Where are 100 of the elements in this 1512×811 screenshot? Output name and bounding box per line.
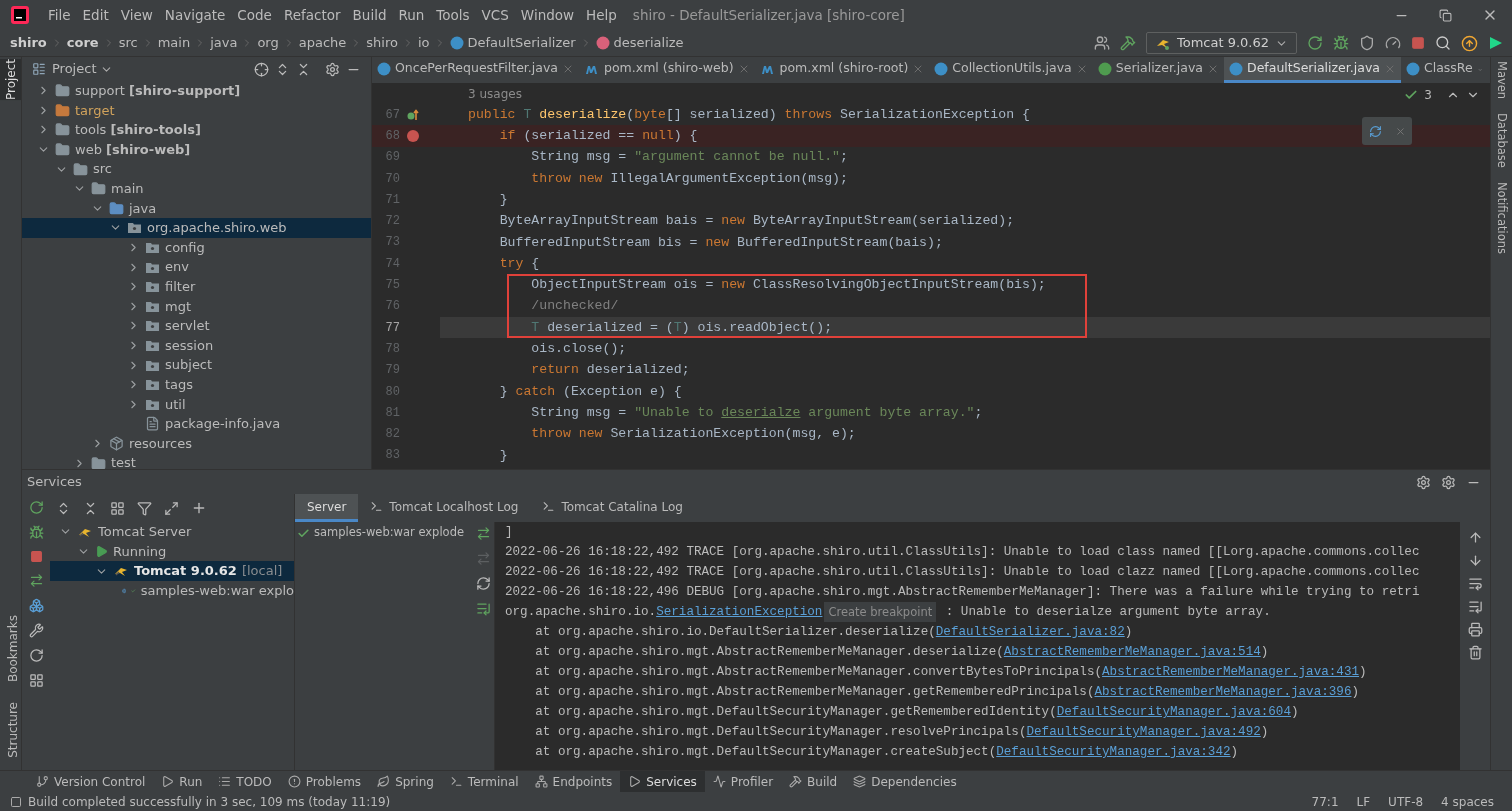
editor-tab[interactable]: DefaultSerializer.java [1224, 57, 1401, 83]
service-item[interactable]: Tomcat Server [50, 522, 294, 542]
tree-item[interactable]: config [22, 237, 371, 258]
clear-icon[interactable] [1467, 645, 1483, 660]
editor-tab[interactable]: OncePerRequestFilter.java [372, 57, 579, 83]
tree-item[interactable]: test [22, 453, 371, 469]
bug-icon[interactable] [1333, 35, 1349, 51]
project-view-dropdown[interactable]: Project [52, 59, 114, 79]
tool-tab[interactable]: Services [620, 771, 705, 792]
restore-icon[interactable] [1439, 8, 1452, 22]
tree-item[interactable]: session [22, 335, 371, 356]
status-item[interactable]: LF [1350, 792, 1377, 811]
menu-item[interactable]: Refactor [277, 0, 347, 30]
menu-item[interactable]: Edit [76, 0, 115, 30]
tree-item[interactable]: resources [22, 433, 371, 454]
update-icon[interactable] [1461, 34, 1478, 52]
link[interactable]: DefaultSecurityManager.java:342 [996, 742, 1231, 762]
menu-item[interactable]: VCS [475, 0, 515, 30]
tool-window-tab[interactable]: Maven [1491, 61, 1512, 100]
status-item[interactable]: 4 spaces [1435, 792, 1500, 811]
editor-tab[interactable]: CollectionUtils.java [929, 57, 1093, 83]
scroll-end-icon[interactable] [1467, 599, 1483, 614]
link[interactable]: DefaultSecurityManager.java:492 [1026, 722, 1261, 742]
wrap-icon[interactable] [1467, 576, 1483, 591]
tree-item[interactable]: package-info.java [22, 414, 371, 434]
tool-tab[interactable]: Spring [369, 771, 442, 792]
log-tab[interactable]: Tomcat Catalina Log [530, 494, 695, 522]
layout-icon[interactable] [28, 673, 44, 688]
breadcrumb[interactable]: main [157, 33, 191, 53]
menu-item[interactable]: Navigate [158, 0, 232, 30]
tree-item[interactable]: tools [shiro-tools] [22, 120, 371, 140]
deploy-icon[interactable] [475, 526, 491, 541]
stop-icon[interactable] [1411, 36, 1425, 50]
menu-item[interactable]: File [42, 0, 77, 30]
menu-item[interactable]: Build [346, 0, 393, 30]
log-tab[interactable]: Tomcat Localhost Log [358, 494, 531, 522]
shield-icon[interactable] [1359, 35, 1375, 51]
breadcrumb[interactable]: shiro [10, 33, 47, 53]
refresh-icon[interactable] [28, 648, 44, 663]
locate-icon[interactable] [254, 61, 269, 77]
tool-tab[interactable]: Profiler [704, 771, 782, 792]
update-icon[interactable] [475, 601, 491, 616]
link[interactable]: AbstractRememberMeManager.java:514 [1003, 642, 1261, 662]
link[interactable]: DefaultSerializer.java:82 [935, 622, 1125, 642]
tree-item[interactable]: org.apache.shiro.web [22, 218, 371, 238]
service-item[interactable]: samples-web:war explo [50, 581, 294, 601]
tree-item[interactable]: servlet [22, 316, 371, 336]
tree-item[interactable]: java [22, 198, 371, 219]
editor-tab[interactable]: pom.xml (shiro-root) [754, 57, 930, 83]
users-icon[interactable] [1093, 35, 1110, 51]
tree-item[interactable]: src [22, 159, 371, 179]
tool-window-tab[interactable]: Structure [0, 702, 21, 758]
tree-item[interactable]: tags [22, 374, 371, 395]
usages-hint[interactable]: 3 usages [468, 84, 522, 103]
tree-item[interactable]: env [22, 257, 371, 277]
editor-tab[interactable]: Serializer.java [1092, 57, 1225, 83]
breadcrumb[interactable]: shiro [366, 33, 398, 53]
breadcrumb[interactable]: core [66, 33, 99, 53]
log-tab[interactable]: Server [295, 494, 359, 522]
breakpoint-icon[interactable] [407, 129, 419, 142]
settings-icon[interactable] [1416, 474, 1431, 490]
implements-icon[interactable] [407, 108, 419, 121]
group-icon[interactable] [110, 500, 125, 516]
tool-window-tab[interactable]: Notifications [1491, 182, 1512, 254]
inspection-count[interactable]: 3 [1424, 86, 1432, 104]
rerun-icon[interactable] [28, 500, 44, 515]
status-item[interactable]: 77:1 [1305, 792, 1345, 811]
tool-tab[interactable]: Problems [279, 771, 370, 792]
tree-item[interactable]: main [22, 178, 371, 199]
tool-window-tab[interactable]: Project [0, 59, 21, 101]
service-item[interactable]: Running [50, 541, 294, 562]
link[interactable]: AbstractRememberMeManager.java:431 [1102, 662, 1359, 682]
tool-tab[interactable]: TODO [210, 771, 280, 792]
gauge-icon[interactable] [1385, 35, 1401, 51]
toolbox-logo-icon[interactable] [1488, 35, 1504, 51]
breadcrumb[interactable]: org [257, 33, 279, 53]
tree-item[interactable]: filter [22, 276, 371, 297]
tree-item[interactable]: web [shiro-web] [22, 139, 371, 160]
breadcrumb[interactable]: java [210, 33, 238, 53]
up-icon[interactable] [1467, 530, 1483, 545]
tree-item[interactable]: mgt [22, 296, 371, 317]
run-config-dropdown[interactable]: Tomcat 9.0.62 [1145, 32, 1297, 54]
breadcrumb[interactable]: DefaultSerializer [449, 33, 576, 53]
tool-tab[interactable]: Terminal [441, 771, 527, 792]
link[interactable]: AbstractRememberMeManager.java:396 [1094, 682, 1352, 702]
tree-item[interactable]: util [22, 394, 371, 415]
inspection-check-icon[interactable] [1404, 88, 1419, 102]
menu-item[interactable]: Code [231, 0, 278, 30]
modules-icon[interactable] [28, 598, 44, 613]
rerun-icon[interactable] [1307, 35, 1323, 51]
breadcrumb[interactable]: apache [298, 33, 347, 53]
tool-tab[interactable]: Build [781, 771, 846, 792]
link[interactable]: SerializationException [656, 602, 823, 622]
tool-tab[interactable]: Run [153, 771, 211, 792]
menu-item[interactable]: Window [514, 0, 581, 30]
refresh-icon[interactable] [475, 576, 491, 591]
breadcrumb[interactable]: deserialize [595, 33, 684, 53]
tree-item[interactable]: target [22, 100, 371, 121]
tool-tab[interactable]: Dependencies [845, 771, 965, 792]
editor-tab[interactable]: ClassRe [1400, 57, 1478, 83]
